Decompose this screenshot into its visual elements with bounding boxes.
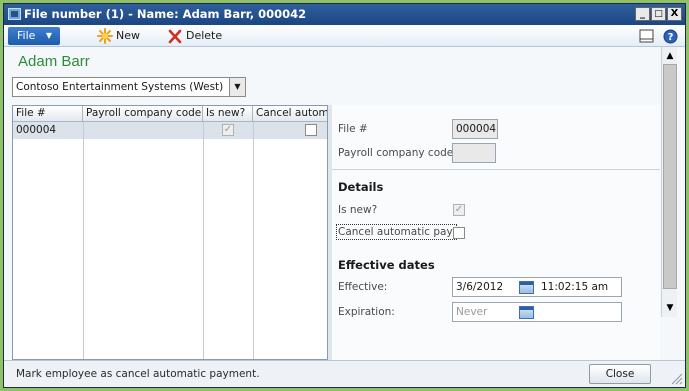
star-new-icon — [97, 27, 113, 45]
column-divider — [203, 122, 204, 359]
delete-button[interactable]: Delete — [167, 27, 227, 45]
file-number-field[interactable]: 000004 — [452, 119, 498, 139]
record-title: Adam Barr — [18, 53, 90, 70]
table-row[interactable]: 000004 ✓ — [13, 122, 327, 139]
effective-datetime-field[interactable]: 3/6/2012 11:02:15 am — [452, 277, 622, 297]
expiration-placeholder: Never — [456, 306, 488, 318]
red-x-delete-icon — [167, 27, 183, 45]
file-menu-label: File — [17, 29, 36, 42]
file-menu-button[interactable]: File ▼ — [8, 27, 60, 45]
effective-time-value: 11:02:15 am — [541, 281, 609, 293]
app-icon — [8, 8, 21, 20]
cell-payroll-code — [83, 122, 203, 139]
detail-pane: File # 000004 Payroll company code: Deta… — [332, 105, 660, 360]
effective-dates-heading: Effective dates — [338, 258, 435, 272]
calendar-icon[interactable] — [519, 281, 534, 294]
chevron-down-icon[interactable]: ▼ — [229, 78, 245, 96]
svg-text:?: ? — [668, 32, 674, 43]
scroll-thumb[interactable] — [663, 64, 677, 289]
action-pane: File ▼ New Delete ? — [4, 25, 685, 47]
column-header-file[interactable]: File # — [13, 106, 83, 122]
cell-file: 000004 — [16, 124, 57, 136]
status-bar: Mark employee as cancel automatic paymen… — [4, 360, 685, 387]
close-button[interactable]: Close — [589, 364, 651, 384]
payroll-code-label: Payroll company code: — [338, 147, 457, 159]
cancel-auto-checkbox[interactable] — [305, 124, 317, 136]
is-new-detail-checkbox: ✓ — [453, 204, 465, 216]
file-number-label: File # — [338, 123, 368, 135]
file-grid: File # Payroll company code Is new? Canc… — [12, 105, 328, 360]
status-message: Mark employee as cancel automatic paymen… — [16, 368, 260, 380]
close-window-button[interactable]: X — [667, 7, 682, 21]
details-heading: Details — [338, 180, 384, 194]
divider — [332, 169, 660, 170]
expiration-field[interactable]: Never — [452, 302, 622, 322]
delete-label: Delete — [186, 29, 223, 42]
column-divider — [83, 122, 84, 359]
form-content: Adam Barr Contoso Entertainment Systems … — [4, 47, 685, 360]
cancel-auto-detail-checkbox[interactable] — [453, 227, 465, 239]
cancel-auto-label: Cancel automatic pay: — [335, 224, 458, 240]
effective-label: Effective: — [338, 281, 388, 293]
column-divider — [253, 122, 254, 359]
company-dropdown[interactable]: Contoso Entertainment Systems (West) ▼ — [12, 77, 246, 97]
new-label: New — [116, 29, 140, 42]
scroll-up-icon[interactable]: ▲ — [663, 49, 677, 63]
chevron-down-icon: ▼ — [45, 31, 52, 40]
new-button[interactable]: New — [97, 27, 153, 45]
column-header-payroll-code[interactable]: Payroll company code — [83, 106, 203, 122]
is-new-checkbox: ✓ — [222, 124, 234, 136]
panel-icon[interactable] — [639, 29, 654, 43]
window-title: File number (1) - Name: Adam Barr, 00004… — [24, 7, 307, 21]
column-header-cancel-auto[interactable]: Cancel autom — [253, 106, 327, 122]
form-window: File number (1) - Name: Adam Barr, 00004… — [3, 3, 686, 388]
maximize-button[interactable]: □ — [651, 7, 666, 21]
title-bar: File number (1) - Name: Adam Barr, 00004… — [4, 4, 685, 25]
payroll-code-field[interactable] — [452, 143, 496, 163]
minimize-button[interactable]: _ — [635, 7, 650, 21]
resize-grip-icon[interactable] — [669, 371, 683, 385]
company-value: Contoso Entertainment Systems (West) — [16, 81, 224, 93]
help-icon[interactable]: ? — [663, 29, 678, 44]
scroll-down-icon[interactable]: ▼ — [663, 301, 677, 315]
calendar-icon[interactable] — [519, 306, 534, 319]
effective-date-value: 3/6/2012 — [456, 281, 504, 293]
is-new-label: Is new? — [338, 204, 378, 216]
vertical-scrollbar[interactable]: ▲ ▼ — [661, 47, 677, 317]
column-header-is-new[interactable]: Is new? — [203, 106, 253, 122]
expiration-label: Expiration: — [338, 306, 395, 318]
grid-header: File # Payroll company code Is new? Canc… — [13, 106, 327, 122]
